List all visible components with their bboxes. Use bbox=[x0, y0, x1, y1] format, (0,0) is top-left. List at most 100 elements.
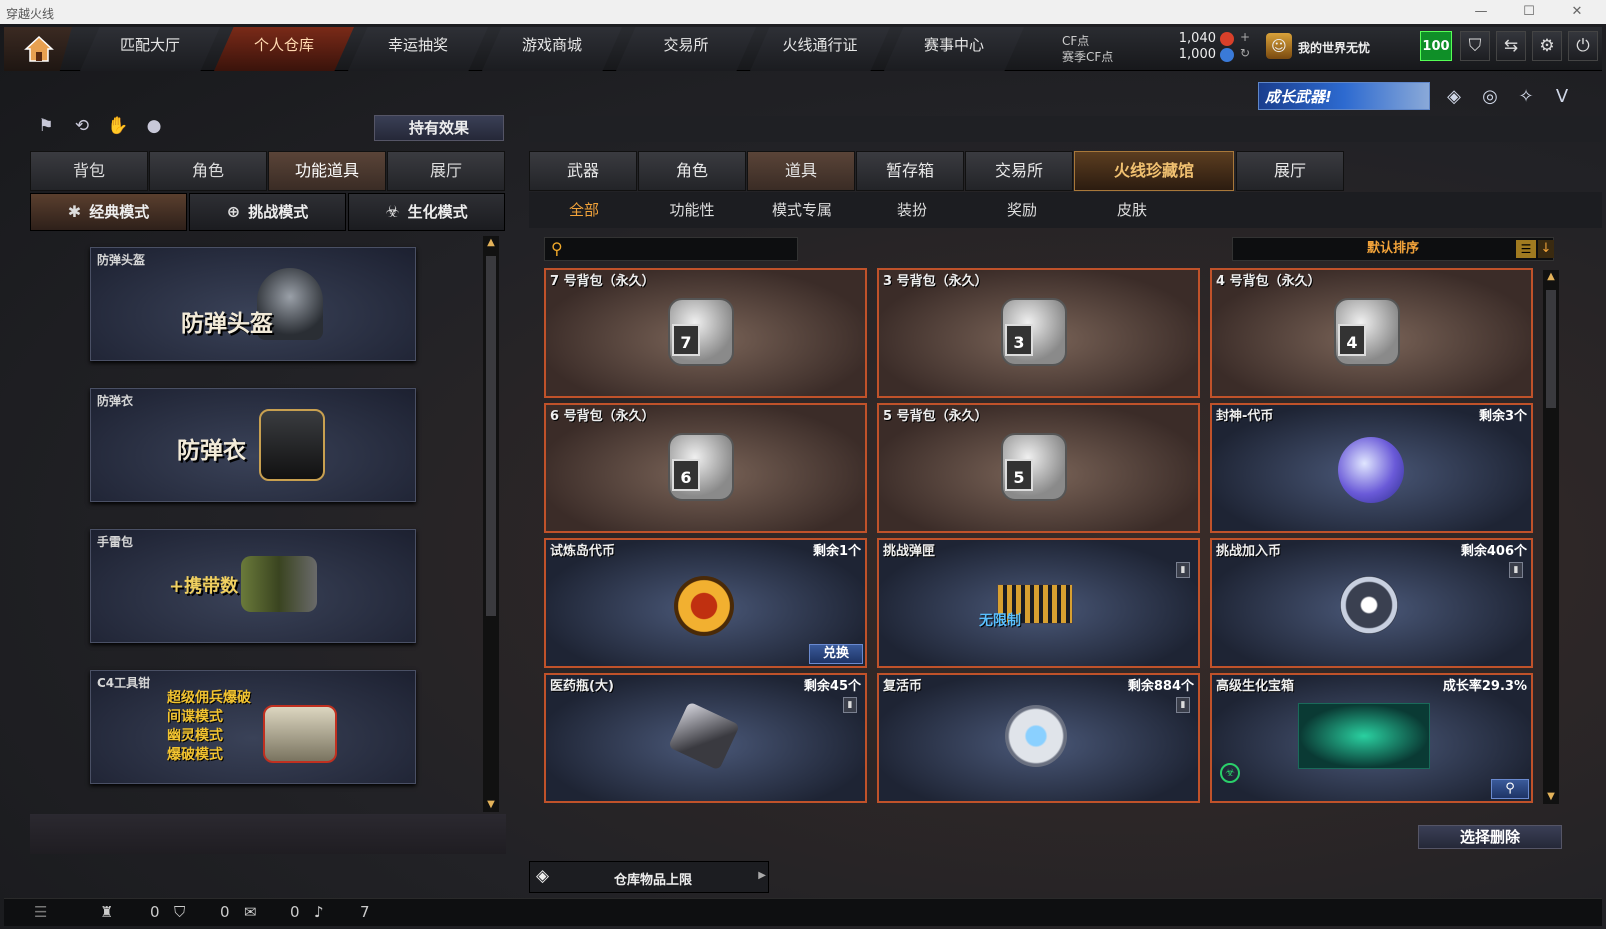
c4-modes: 超级佣兵爆破 间谍模式 幽灵模式 爆破模式 bbox=[167, 689, 251, 765]
tab-storage[interactable]: 暂存箱 bbox=[856, 151, 964, 191]
mode-tab-zombie[interactable]: ☣ 生化模式 bbox=[348, 193, 505, 231]
tab-weapons[interactable]: 武器 bbox=[529, 151, 637, 191]
hold-effect-button[interactable]: 持有效果 bbox=[374, 115, 504, 141]
sort-direction-icon[interactable]: ↓ bbox=[1538, 240, 1554, 258]
nav-tab-pass[interactable]: 火线通行证 bbox=[750, 27, 890, 71]
item-card-bag-5[interactable]: 5 号背包（永久） 5 bbox=[877, 403, 1200, 533]
grenade-icon[interactable]: ● bbox=[142, 114, 166, 138]
trash-icon[interactable]: ▮ bbox=[843, 697, 857, 713]
scroll-thumb[interactable] bbox=[1546, 290, 1556, 408]
item-card-revive-coin[interactable]: 复活币 剩余884个 ▮ bbox=[877, 673, 1200, 803]
emblem-icon[interactable]: ◈ bbox=[1440, 83, 1468, 111]
item-card-fengshen-token[interactable]: 封神-代币 剩余3个 bbox=[1210, 403, 1533, 533]
grenade-pack-icon bbox=[241, 556, 317, 612]
v-logo-icon[interactable]: V bbox=[1548, 83, 1576, 111]
item-card-bag-3[interactable]: 3 号背包（永久） 3 bbox=[877, 268, 1200, 398]
mode-tabs: ✱ 经典模式 ⊕ 挑战模式 ☣ 生化模式 bbox=[30, 193, 506, 231]
nav-tab-lottery[interactable]: 幸运抽奖 bbox=[348, 27, 488, 71]
left-tab-function-items[interactable]: 功能道具 bbox=[268, 151, 386, 191]
friends-icon[interactable]: ♜ bbox=[100, 903, 113, 921]
shield-icon[interactable]: ⛉ bbox=[1460, 31, 1490, 61]
nav-tab-warehouse[interactable]: 个人仓库 bbox=[214, 27, 354, 71]
tab-exchange[interactable]: 交易所 bbox=[965, 151, 1073, 191]
delete-selected-button[interactable]: 选择删除 bbox=[1418, 825, 1562, 849]
feather-icon[interactable]: ✧ bbox=[1512, 83, 1540, 111]
right-scrollbar[interactable]: ▲ ▼ bbox=[1543, 270, 1559, 804]
challenge-icon: ⊕ bbox=[226, 202, 241, 221]
globe-icon[interactable]: ◎ bbox=[1476, 83, 1504, 111]
left-scrollbar[interactable]: ▲ ▼ bbox=[483, 236, 499, 812]
item-card-bag-7[interactable]: 7 号背包（永久） 7 bbox=[544, 268, 867, 398]
list-view-icon[interactable]: ☰ bbox=[1516, 240, 1536, 258]
gear-icon[interactable]: ⚙ bbox=[1532, 31, 1562, 61]
speaker-count: 7 bbox=[360, 903, 370, 921]
left-tab-character[interactable]: 角色 bbox=[149, 151, 267, 191]
item-name: 4 号背包（永久） bbox=[1216, 274, 1321, 289]
sort-dropdown[interactable]: 默认排序 bbox=[1232, 237, 1554, 261]
item-card-trial-island-token[interactable]: 试炼岛代币 剩余1个 兑换 bbox=[544, 538, 867, 668]
history-icon[interactable]: ⟲ bbox=[70, 114, 94, 138]
home-button[interactable] bbox=[4, 27, 72, 71]
magnify-button[interactable]: ⚲ bbox=[1491, 779, 1529, 799]
item-card-challenge-magazine[interactable]: 挑战弹匣 ▮ 无限制 bbox=[877, 538, 1200, 668]
subtab-functional[interactable]: 功能性 bbox=[637, 192, 747, 228]
speaker-icon[interactable]: ♪ bbox=[314, 903, 324, 921]
left-tab-showroom[interactable]: 展厅 bbox=[387, 151, 505, 191]
window-title: 穿越火线 bbox=[6, 7, 55, 21]
chat-count: 0 bbox=[290, 903, 300, 921]
nav-tab-match[interactable]: 匹配大厅 bbox=[80, 27, 220, 71]
item-card-challenge-join-coin[interactable]: 挑战加入币 剩余406个 ▮ bbox=[1210, 538, 1533, 668]
hand-icon[interactable]: ✋ bbox=[106, 114, 130, 138]
scroll-down-icon[interactable]: ▼ bbox=[1543, 790, 1559, 804]
chat-icon[interactable]: ✉ bbox=[244, 903, 257, 921]
trash-icon[interactable]: ▮ bbox=[1176, 562, 1190, 578]
scroll-up-icon[interactable]: ▲ bbox=[483, 236, 499, 250]
tab-collection[interactable]: 火线珍藏馆 bbox=[1074, 151, 1234, 191]
list-item-c4-tool[interactable]: C4工具钳 超级佣兵爆破 间谍模式 幽灵模式 爆破模式 bbox=[90, 670, 416, 784]
subtab-rewards[interactable]: 奖励 bbox=[967, 192, 1077, 228]
left-tab-backpack[interactable]: 背包 bbox=[30, 151, 148, 191]
maximize-icon[interactable]: ☐ bbox=[1514, 2, 1544, 22]
item-card-bio-chest[interactable]: 高级生化宝箱 成长率29.3% ☣ ⚲ bbox=[1210, 673, 1533, 803]
item-name: 挑战弹匣 bbox=[883, 544, 936, 559]
close-icon[interactable]: ✕ bbox=[1562, 2, 1592, 22]
mode-tab-challenge[interactable]: ⊕ 挑战模式 bbox=[189, 193, 346, 231]
power-icon[interactable]: ⏻ bbox=[1568, 31, 1598, 61]
nav-tab-events[interactable]: 赛事中心 bbox=[884, 27, 1024, 71]
item-card-bag-6[interactable]: 6 号背包（永久） 6 bbox=[544, 403, 867, 533]
list-item-vest[interactable]: 防弹衣 防弹衣 bbox=[90, 388, 416, 502]
growth-weapon-banner[interactable]: 成长武器! bbox=[1258, 82, 1430, 110]
search-input[interactable] bbox=[575, 240, 793, 258]
scroll-down-icon[interactable]: ▼ bbox=[483, 798, 499, 812]
refresh-icon[interactable]: ↻ bbox=[1238, 46, 1252, 60]
exchange-button[interactable]: 兑换 bbox=[809, 644, 863, 664]
warehouse-capacity-button[interactable]: ◈ 仓库物品上限 ▶ bbox=[529, 861, 769, 893]
bag-number: 3 bbox=[1005, 324, 1033, 356]
scroll-thumb[interactable] bbox=[486, 256, 496, 616]
trash-icon[interactable]: ▮ bbox=[1509, 562, 1523, 578]
tab-showroom[interactable]: 展厅 bbox=[1236, 151, 1344, 191]
trash-icon[interactable]: ▮ bbox=[1176, 697, 1190, 713]
switch-icon[interactable]: ⇆ bbox=[1496, 31, 1526, 61]
item-card-bag-4[interactable]: 4 号背包（永久） 4 bbox=[1210, 268, 1533, 398]
minimize-icon[interactable]: — bbox=[1466, 2, 1496, 22]
add-cf-icon[interactable]: + bbox=[1238, 30, 1252, 44]
subtab-skins[interactable]: 皮肤 bbox=[1077, 192, 1187, 228]
subtab-appearance[interactable]: 装扮 bbox=[857, 192, 967, 228]
backpack-icon: 3 bbox=[1001, 298, 1067, 366]
subtab-mode-exclusive[interactable]: 模式专属 bbox=[747, 192, 857, 228]
nav-tab-exchange[interactable]: 交易所 bbox=[616, 27, 756, 71]
subtab-all[interactable]: 全部 bbox=[529, 192, 639, 228]
list-item-grenade-pack[interactable]: 手雷包 +携带数 bbox=[90, 529, 416, 643]
nav-tab-shop[interactable]: 游戏商城 bbox=[482, 27, 622, 71]
clan-icon[interactable]: ⛉ bbox=[174, 903, 185, 921]
tab-props[interactable]: 道具 bbox=[747, 151, 855, 191]
menu-icon[interactable]: ☰ bbox=[34, 903, 47, 921]
scroll-up-icon[interactable]: ▲ bbox=[1543, 270, 1559, 284]
mode-tab-classic[interactable]: ✱ 经典模式 bbox=[30, 193, 187, 231]
stats-icon[interactable]: ⚑ bbox=[34, 114, 58, 138]
tab-characters[interactable]: 角色 bbox=[638, 151, 746, 191]
list-item-helmet[interactable]: 防弹头盔 防弹头盔 bbox=[90, 247, 416, 361]
item-card-medkit-large[interactable]: 医药瓶(大) 剩余45个 ▮ bbox=[544, 673, 867, 803]
left-tabs: 背包 角色 功能道具 展厅 bbox=[30, 151, 506, 191]
